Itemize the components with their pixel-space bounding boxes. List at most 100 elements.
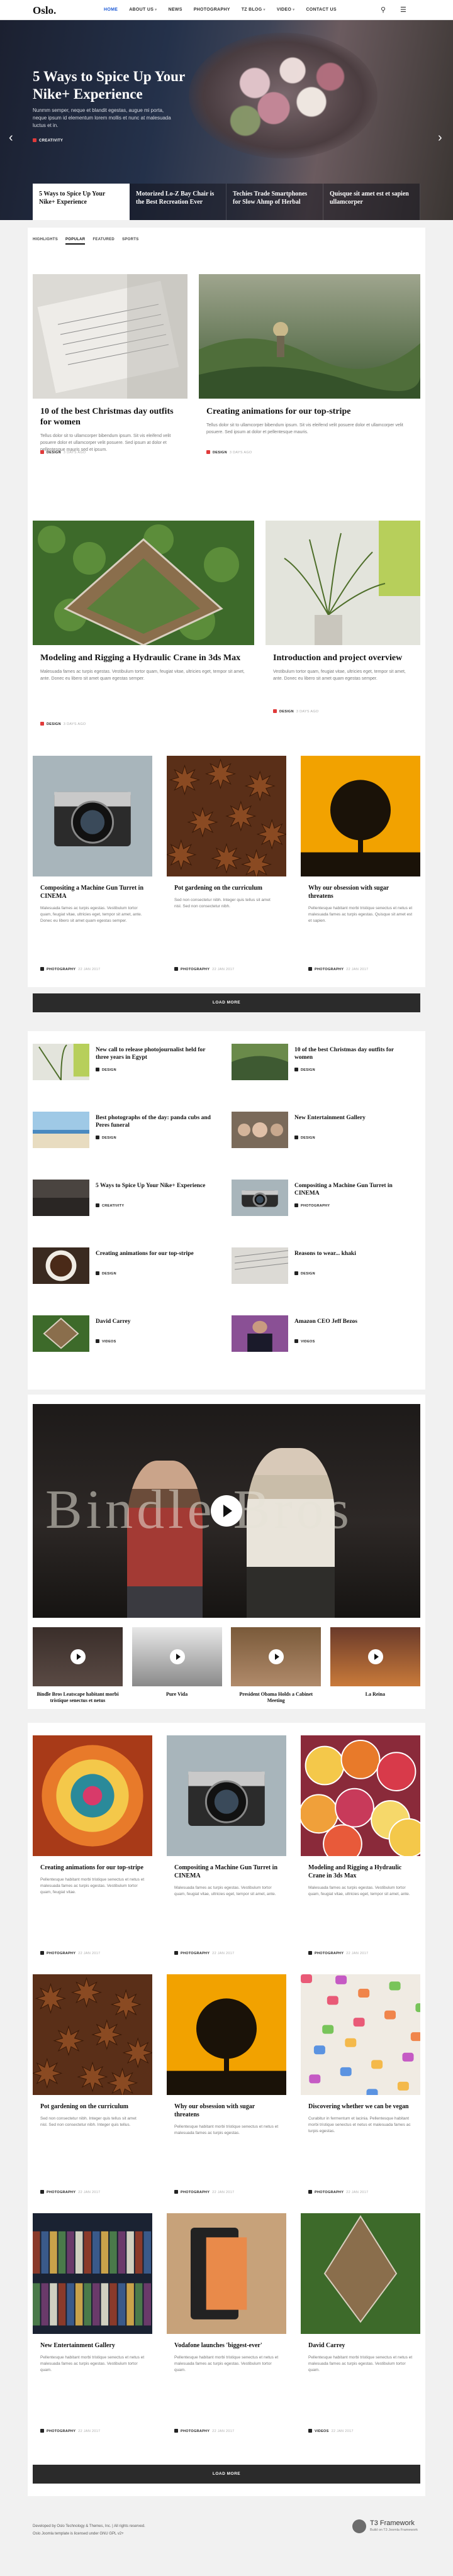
- prev-arrow-icon[interactable]: ‹: [9, 131, 13, 145]
- card-title[interactable]: Why our obsession with sugar threatens: [167, 2095, 286, 2119]
- article-card[interactable]: Compositing a Machine Gun Turret in CINE…: [33, 756, 152, 981]
- list-item[interactable]: Creating animations for our top-stripe DE…: [33, 1247, 214, 1284]
- article-card[interactable]: Modeling and Rigging a Hydraulic Crane i…: [301, 1735, 420, 1965]
- list-category[interactable]: DESIGN: [102, 1272, 116, 1276]
- filter-tab[interactable]: HIGHLIGHTS: [33, 238, 58, 245]
- list-category[interactable]: PHOTOGRAPHY: [301, 1204, 330, 1208]
- nav-item[interactable]: PHOTOGRAPHY: [188, 0, 236, 20]
- card-category[interactable]: DESIGN: [47, 451, 61, 455]
- load-more-button[interactable]: LOAD MORE: [33, 2465, 420, 2484]
- article-card[interactable]: Creating animations for our top-stripe Pe…: [33, 1735, 152, 1965]
- filter-tab[interactable]: SPORTS: [122, 238, 138, 245]
- list-item[interactable]: New call to release photojournalist held…: [33, 1044, 214, 1080]
- featured-card[interactable]: Introduction and project overview Vestib…: [266, 521, 420, 734]
- hero-tab[interactable]: Quisque sit amet est et sapien ullamcorp…: [323, 184, 420, 220]
- video-caption[interactable]: La Reina: [330, 1691, 420, 1698]
- hero-title[interactable]: 5 Ways to Spice Up Your Nike+ Experience: [33, 68, 190, 103]
- card-category[interactable]: VIDEOS: [315, 2430, 329, 2433]
- article-card[interactable]: Why our obsession with sugar threatens Pe…: [167, 1974, 286, 2204]
- play-icon[interactable]: [269, 1649, 284, 1664]
- nav-item[interactable]: VIDEO ▾: [271, 0, 301, 20]
- card-category[interactable]: PHOTOGRAPHY: [181, 1952, 210, 1955]
- list-category[interactable]: DESIGN: [301, 1136, 315, 1140]
- list-category[interactable]: VIDEOS: [102, 1340, 116, 1344]
- article-card[interactable]: David Carrey Pellentesque habitant morbi …: [301, 2213, 420, 2443]
- card-title[interactable]: Modeling and Rigging a Hydraulic Crane i…: [33, 645, 254, 663]
- video-caption[interactable]: President Obama Holds a Cabinet Meeting: [231, 1691, 321, 1704]
- video-caption[interactable]: Pure Vida: [132, 1691, 222, 1698]
- list-item[interactable]: 10 of the best Christmas day outfits for…: [232, 1044, 413, 1080]
- list-title[interactable]: Creating animations for our top-stripe: [96, 1250, 212, 1258]
- play-icon[interactable]: [211, 1495, 242, 1527]
- list-item[interactable]: Compositing a Machine Gun Turret in CINE…: [232, 1180, 413, 1216]
- video-thumb[interactable]: [330, 1627, 420, 1686]
- video-thumb[interactable]: [33, 1627, 123, 1686]
- nav-item[interactable]: CONTACT US: [300, 0, 342, 20]
- list-title[interactable]: 5 Ways to Spice Up Your Nike+ Experience: [96, 1182, 212, 1190]
- list-item[interactable]: David Carrey VIDEOS: [33, 1315, 214, 1352]
- site-logo[interactable]: Oslo.: [33, 4, 56, 17]
- card-category[interactable]: DESIGN: [213, 451, 227, 455]
- list-category[interactable]: VIDEOS: [301, 1340, 315, 1344]
- nav-item[interactable]: ABOUT US ▾: [123, 0, 162, 20]
- video-player[interactable]: Bindle Bros: [33, 1404, 420, 1618]
- nav-item[interactable]: TZ BLOG ▾: [236, 0, 271, 20]
- article-card[interactable]: Discovering whether we can be vegan Curab…: [301, 1974, 420, 2204]
- hamburger-icon[interactable]: ☰: [400, 6, 406, 14]
- card-category[interactable]: PHOTOGRAPHY: [315, 968, 344, 971]
- search-icon[interactable]: ⚲: [381, 6, 386, 14]
- list-category[interactable]: DESIGN: [102, 1136, 116, 1140]
- card-title[interactable]: 10 of the best Christmas day outfits for…: [33, 399, 187, 428]
- card-title[interactable]: David Carrey: [301, 2334, 420, 2350]
- article-card[interactable]: Vodafone launches 'biggest-ever' Pellente…: [167, 2213, 286, 2443]
- hero-category[interactable]: CREATIVITY: [33, 138, 63, 143]
- list-item[interactable]: Reasons to wear... khaki DESIGN: [232, 1247, 413, 1284]
- card-title[interactable]: Modeling and Rigging a Hydraulic Crane i…: [301, 1856, 420, 1880]
- hero-tab[interactable]: 5 Ways to Spice Up Your Nike+ Experience…: [33, 184, 130, 220]
- card-title[interactable]: Pot gardening on the curriculum: [33, 2095, 152, 2111]
- hero-tab[interactable]: Techies Trade Smartphones for Slow Ahmp …: [226, 184, 323, 220]
- nav-item[interactable]: HOME: [98, 0, 123, 20]
- card-title[interactable]: Creating animations for our top-stripe: [33, 1856, 152, 1872]
- card-category[interactable]: PHOTOGRAPHY: [315, 1952, 344, 1955]
- list-title[interactable]: David Carrey: [96, 1318, 212, 1325]
- card-title[interactable]: Vodafone launches 'biggest-ever': [167, 2334, 286, 2350]
- list-item[interactable]: Amazon CEO Jeff Bezos VIDEOS: [232, 1315, 413, 1352]
- list-title[interactable]: Reasons to wear... khaki: [294, 1250, 411, 1258]
- list-category[interactable]: DESIGN: [102, 1068, 116, 1072]
- article-card[interactable]: New Entertainment Gallery Pellentesque ha…: [33, 2213, 152, 2443]
- list-category[interactable]: DESIGN: [301, 1068, 315, 1072]
- list-item[interactable]: New Entertainment Gallery DESIGN: [232, 1112, 413, 1148]
- card-title[interactable]: Creating animations for our top-stripe: [199, 399, 420, 417]
- card-category[interactable]: PHOTOGRAPHY: [47, 2191, 76, 2194]
- card-category[interactable]: PHOTOGRAPHY: [315, 2191, 344, 2194]
- card-title[interactable]: Introduction and project overview: [266, 645, 420, 663]
- video-caption[interactable]: Bindle Bros Leatscape habitant morbi tri…: [33, 1691, 123, 1704]
- list-item[interactable]: Best photographs of the day: panda cubs …: [33, 1112, 214, 1148]
- list-title[interactable]: Amazon CEO Jeff Bezos: [294, 1318, 411, 1325]
- article-card[interactable]: Compositing a Machine Gun Turret in CINE…: [167, 1735, 286, 1965]
- article-card[interactable]: Pot gardening on the curriculum Sed non c…: [33, 1974, 152, 2204]
- card-title[interactable]: Compositing a Machine Gun Turret in CINE…: [167, 1856, 286, 1880]
- list-title[interactable]: 10 of the best Christmas day outfits for…: [294, 1046, 411, 1061]
- filter-tab[interactable]: POPULAR: [65, 238, 86, 245]
- article-card[interactable]: Why our obsession with sugar threatens Pe…: [301, 756, 420, 981]
- card-category[interactable]: PHOTOGRAPHY: [181, 2191, 210, 2194]
- card-title[interactable]: New Entertainment Gallery: [33, 2334, 152, 2350]
- filter-tab[interactable]: FEATURED: [92, 238, 115, 245]
- play-icon[interactable]: [367, 1649, 383, 1664]
- card-category[interactable]: DESIGN: [279, 710, 294, 714]
- card-category[interactable]: PHOTOGRAPHY: [181, 2430, 210, 2433]
- footer-brand[interactable]: T3 Framework: [370, 2519, 415, 2527]
- video-thumb[interactable]: [131, 1627, 222, 1686]
- next-arrow-icon[interactable]: ›: [438, 131, 442, 145]
- featured-card[interactable]: 10 of the best Christmas day outfits for…: [33, 274, 187, 463]
- featured-card[interactable]: Modeling and Rigging a Hydraulic Crane i…: [33, 521, 254, 734]
- card-title[interactable]: Why our obsession with sugar threatens: [301, 876, 420, 900]
- nav-item[interactable]: NEWS: [162, 0, 187, 20]
- featured-card[interactable]: Creating animations for our top-stripe T…: [199, 274, 420, 463]
- play-icon[interactable]: [169, 1649, 185, 1664]
- card-title[interactable]: Compositing a Machine Gun Turret in CINE…: [33, 876, 152, 900]
- list-item[interactable]: 5 Ways to Spice Up Your Nike+ Experience…: [33, 1180, 214, 1216]
- card-title[interactable]: Discovering whether we can be vegan: [301, 2095, 420, 2111]
